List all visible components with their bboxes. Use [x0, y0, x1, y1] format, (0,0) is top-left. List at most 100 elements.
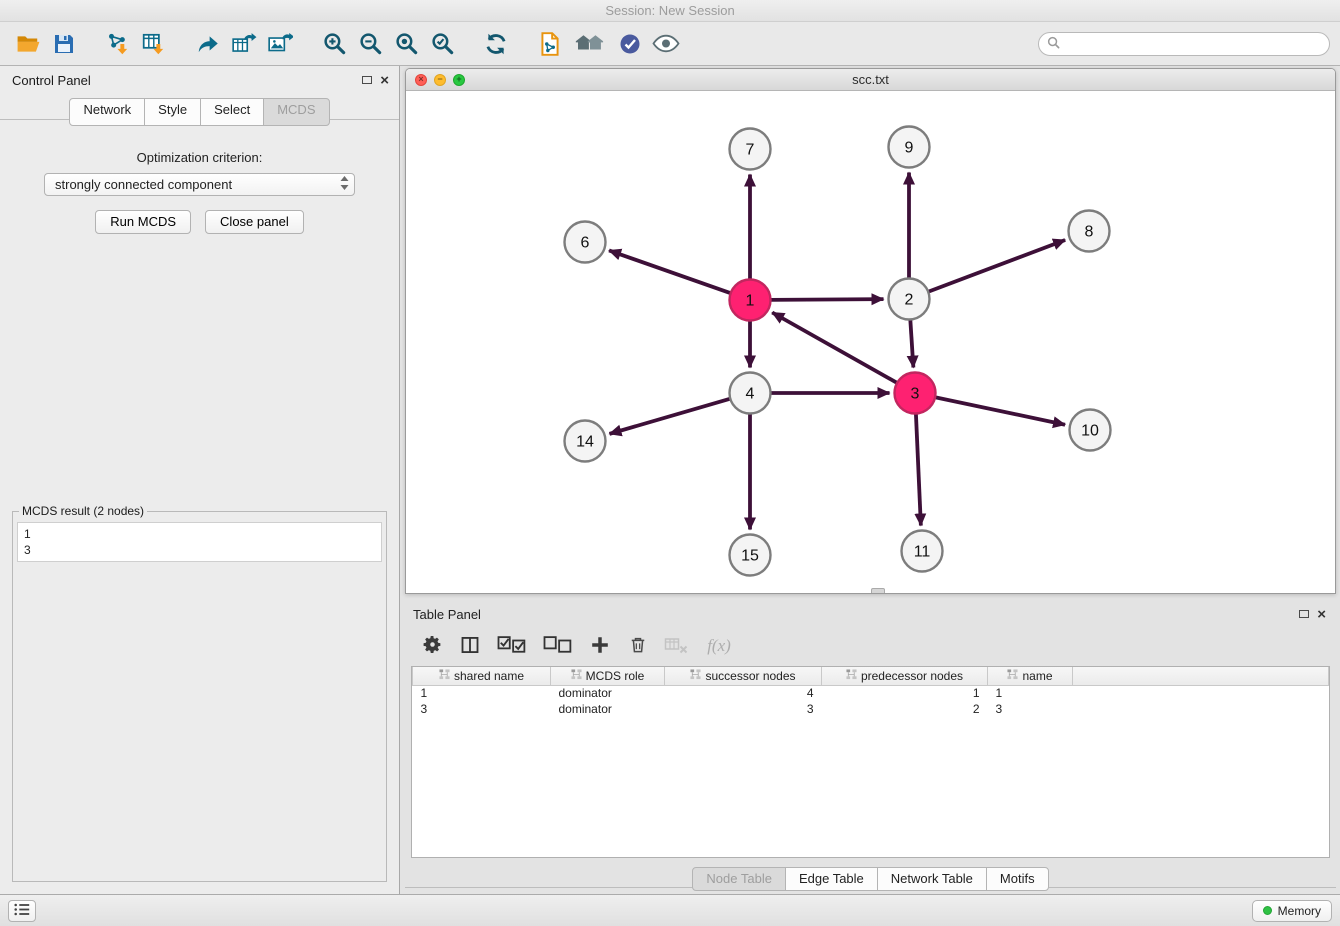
- save-floppy-icon: [52, 32, 76, 56]
- graph-node-6[interactable]: 6: [565, 222, 606, 263]
- zoom-fit-button[interactable]: [388, 27, 424, 61]
- function-builder-button[interactable]: f(x): [697, 631, 741, 661]
- search-field[interactable]: [1038, 32, 1330, 56]
- close-table-panel-icon[interactable]: ×: [1317, 607, 1326, 622]
- table-panel-header: Table Panel ×: [405, 602, 1336, 626]
- tab-network[interactable]: Network: [69, 98, 145, 126]
- table-row[interactable]: 3dominator323: [413, 701, 1329, 717]
- graph-node-2[interactable]: 2: [889, 279, 930, 320]
- edge-3-11[interactable]: [916, 413, 921, 525]
- export-network-button[interactable]: [190, 27, 226, 61]
- graph-node-14[interactable]: 14: [565, 421, 606, 462]
- cell-mcds-role[interactable]: dominator: [551, 685, 665, 701]
- tab-mcds[interactable]: MCDS: [263, 98, 329, 126]
- cell-mcds-role[interactable]: dominator: [551, 701, 665, 717]
- edge-1-2[interactable]: [770, 299, 883, 300]
- graph-node-3[interactable]: 3: [895, 373, 936, 414]
- graph-node-1[interactable]: 1: [730, 280, 771, 321]
- minimize-window-button[interactable]: −: [434, 74, 446, 86]
- cell-shared-name[interactable]: 1: [413, 685, 551, 701]
- zoom-fit-icon: [394, 31, 419, 56]
- tab-network-table[interactable]: Network Table: [877, 867, 987, 891]
- graph-node-8[interactable]: 8: [1069, 211, 1110, 252]
- optimization-select-value: strongly connected component: [55, 177, 339, 192]
- network-window-title: scc.txt: [406, 72, 1335, 87]
- tab-select[interactable]: Select: [200, 98, 264, 126]
- column-header-successor-nodes[interactable]: successor nodes: [665, 667, 822, 685]
- graph-node-15[interactable]: 15: [730, 535, 771, 576]
- close-window-button[interactable]: ×: [415, 74, 427, 86]
- zoom-selected-button[interactable]: [424, 27, 460, 61]
- column-header-predecessor-nodes[interactable]: predecessor nodes: [822, 667, 988, 685]
- optimization-select[interactable]: strongly connected component: [44, 173, 355, 196]
- float-table-panel-icon[interactable]: [1299, 610, 1309, 618]
- export-image-button[interactable]: [262, 27, 298, 61]
- svg-text:7: 7: [746, 142, 755, 159]
- select-all-rows-button[interactable]: [491, 631, 533, 661]
- close-control-panel-icon[interactable]: ×: [380, 73, 389, 88]
- graph-node-4[interactable]: 4: [730, 373, 771, 414]
- select-updown-arrows-icon: [339, 175, 350, 194]
- edge-2-8[interactable]: [928, 240, 1065, 292]
- mcds-result-line[interactable]: 3: [24, 542, 375, 558]
- network-canvas[interactable]: 7 9 6 8 1 2 4 3 14 10 15 11: [406, 91, 1335, 593]
- edge-3-1[interactable]: [772, 313, 897, 383]
- graphics-details-button[interactable]: [612, 27, 648, 61]
- column-header-shared-name[interactable]: shared name: [413, 667, 551, 685]
- titlebar[interactable]: Session: New Session: [0, 0, 1340, 22]
- apply-layout-button[interactable]: [478, 27, 514, 61]
- deselect-all-rows-button[interactable]: [537, 631, 579, 661]
- plus-icon: [589, 634, 611, 659]
- gear-icon: [422, 634, 443, 658]
- table-row[interactable]: 1dominator411: [413, 685, 1329, 701]
- cell-successor-nodes[interactable]: 3: [665, 701, 822, 717]
- delete-column-button[interactable]: [621, 631, 655, 661]
- delete-table-button[interactable]: [659, 631, 693, 661]
- graph-node-10[interactable]: 10: [1070, 410, 1111, 451]
- column-header-name[interactable]: name: [988, 667, 1073, 685]
- mcds-result-line[interactable]: 1: [24, 526, 375, 542]
- import-network-button[interactable]: [100, 27, 136, 61]
- zoom-window-button[interactable]: +: [453, 74, 465, 86]
- save-session-button[interactable]: [46, 27, 82, 61]
- first-neighbors-button[interactable]: [568, 27, 612, 61]
- houses-icon: [573, 32, 607, 56]
- column-header-mcds-role[interactable]: MCDS role: [551, 667, 665, 685]
- float-panel-icon[interactable]: [362, 76, 372, 84]
- zoom-in-button[interactable]: [316, 27, 352, 61]
- tab-motifs[interactable]: Motifs: [986, 867, 1049, 891]
- task-history-button[interactable]: [8, 900, 36, 922]
- close-panel-button[interactable]: Close panel: [205, 210, 304, 234]
- export-table-button[interactable]: [226, 27, 262, 61]
- edge-3-10[interactable]: [935, 397, 1065, 424]
- graph-node-9[interactable]: 9: [889, 127, 930, 168]
- cell-predecessor-nodes[interactable]: 1: [822, 685, 988, 701]
- cell-predecessor-nodes[interactable]: 2: [822, 701, 988, 717]
- cell-name[interactable]: 1: [988, 685, 1073, 701]
- graph-node-7[interactable]: 7: [730, 129, 771, 170]
- zoom-out-button[interactable]: [352, 27, 388, 61]
- horizontal-splitter-grip[interactable]: [871, 588, 885, 594]
- create-column-button[interactable]: [583, 631, 617, 661]
- network-document-button[interactable]: [532, 27, 568, 61]
- tab-edge-table[interactable]: Edge Table: [785, 867, 878, 891]
- cell-shared-name[interactable]: 3: [413, 701, 551, 717]
- edge-1-6[interactable]: [609, 250, 731, 293]
- cell-successor-nodes[interactable]: 4: [665, 685, 822, 701]
- tab-style[interactable]: Style: [144, 98, 201, 126]
- mcds-result-list[interactable]: 13: [17, 522, 382, 562]
- edge-4-14[interactable]: [609, 399, 730, 434]
- graph-node-11[interactable]: 11: [902, 531, 943, 572]
- show-hide-columns-button[interactable]: [453, 631, 487, 661]
- tab-node-table[interactable]: Node Table: [692, 867, 786, 891]
- table-mode-button[interactable]: [415, 631, 449, 661]
- memory-button[interactable]: Memory: [1252, 900, 1332, 922]
- run-mcds-button[interactable]: Run MCDS: [95, 210, 191, 234]
- cell-name[interactable]: 3: [988, 701, 1073, 717]
- open-session-button[interactable]: [10, 27, 46, 61]
- search-input[interactable]: [1065, 37, 1321, 51]
- network-window-titlebar[interactable]: × − + scc.txt: [406, 69, 1335, 91]
- edge-2-3[interactable]: [910, 319, 913, 367]
- show-hide-details-button[interactable]: [648, 27, 684, 61]
- import-table-button[interactable]: [136, 27, 172, 61]
